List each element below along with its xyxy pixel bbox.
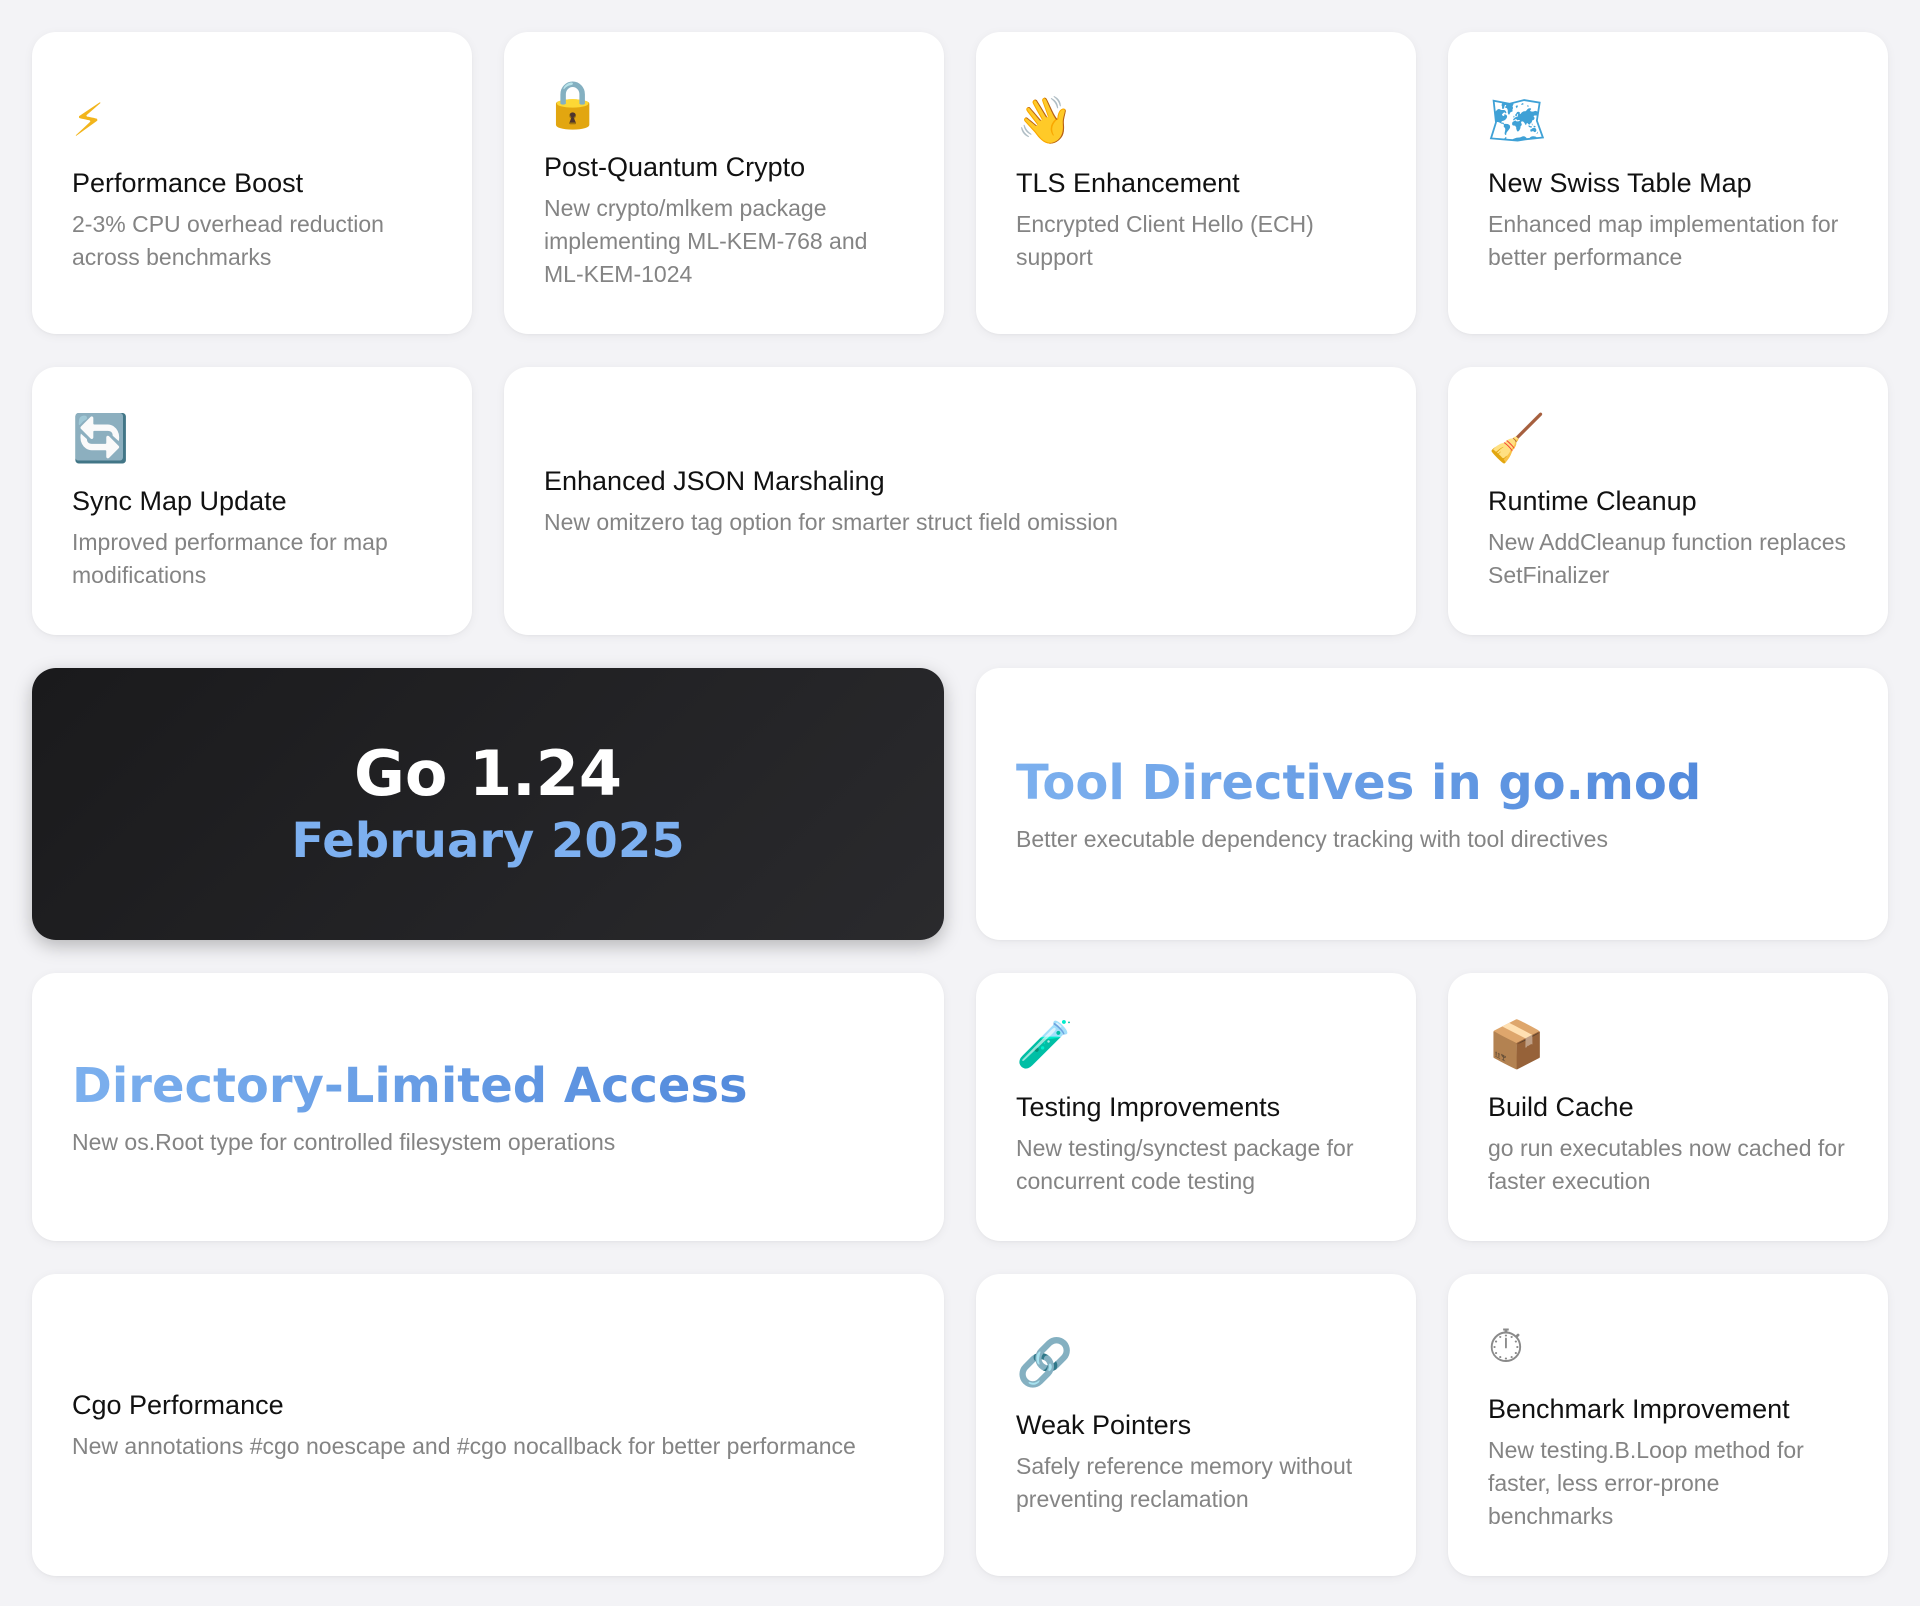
card-runtime-cleanup: 🧹 Runtime Cleanup New AddCleanup functio… (1448, 367, 1888, 635)
card-description: New omitzero tag option for smarter stru… (544, 508, 1118, 535)
card-tool-directives: Tool Directives in go.mod Better executa… (976, 668, 1888, 940)
card-directory-limited-access: Directory-Limited Access New os.Root typ… (32, 973, 944, 1241)
card-benchmark-improvement: ⏱ Benchmark Improvement New testing.B.Lo… (1448, 1274, 1888, 1576)
card-title: Sync Map Update (72, 486, 287, 516)
card-description: Enhanced map implementation for better p… (1488, 211, 1839, 270)
broom-icon: 🧹 (1488, 411, 1546, 465)
card-swiss-table-map: 🗺 New Swiss Table Map Enhanced map imple… (1448, 32, 1888, 334)
card-title: Testing Improvements (1016, 1092, 1281, 1122)
card-description: New annotations #cgo noescape and #cgo n… (72, 1432, 856, 1459)
card-title: Performance Boost (72, 168, 304, 198)
hero-release-card: Go 1.24 February 2025 (32, 668, 944, 940)
card-description: Encrypted Client Hello (ECH) support (1016, 211, 1314, 270)
card-weak-pointers: 🔗 Weak Pointers Safely reference memory … (976, 1274, 1416, 1576)
sync-arrows-icon: 🔄 (72, 411, 130, 465)
card-description: go run executables now cached for faster… (1488, 1135, 1845, 1194)
card-title: Build Cache (1488, 1092, 1634, 1122)
card-performance-boost: ⚡ Performance Boost 2-3% CPU overhead re… (32, 32, 472, 334)
release-date: February 2025 (291, 813, 685, 869)
card-title: New Swiss Table Map (1488, 168, 1752, 198)
lightning-icon: ⚡ (72, 93, 105, 147)
card-description: New testing/synctest package for concurr… (1016, 1135, 1354, 1194)
card-sync-map-update: 🔄 Sync Map Update Improved performance f… (32, 367, 472, 635)
card-tls-enhancement: 👋 TLS Enhancement Encrypted Client Hello… (976, 32, 1416, 334)
card-description: Better executable dependency tracking wi… (1016, 825, 1608, 852)
card-title: Tool Directives in go.mod (1016, 753, 1848, 813)
card-post-quantum-crypto: 🔒 Post-Quantum Crypto New crypto/mlkem p… (504, 32, 944, 334)
link-icon: 🔗 (1016, 1335, 1074, 1389)
card-title: TLS Enhancement (1016, 168, 1240, 198)
card-title: Enhanced JSON Marshaling (544, 465, 885, 496)
card-title: Cgo Performance (72, 1389, 284, 1420)
stopwatch-icon: ⏱ (1488, 1318, 1524, 1373)
card-cgo-performance: Cgo Performance New annotations #cgo noe… (32, 1274, 944, 1576)
release-version: Go 1.24 (353, 737, 623, 810)
card-build-cache: 📦 Build Cache go run executables now cac… (1448, 973, 1888, 1241)
feature-grid: ⚡ Performance Boost 2-3% CPU overhead re… (0, 0, 1920, 1606)
card-title: Benchmark Improvement (1488, 1393, 1790, 1424)
card-title: Runtime Cleanup (1488, 486, 1697, 516)
waving-hand-icon: 👋 (1016, 93, 1074, 147)
card-description: Improved performance for map modificatio… (72, 529, 388, 588)
test-tube-icon: 🧪 (1016, 1017, 1074, 1071)
card-title: Weak Pointers (1016, 1410, 1192, 1440)
card-description: New testing.B.Loop method for faster, le… (1488, 1436, 1804, 1529)
card-title: Directory-Limited Access (72, 1056, 904, 1116)
world-map-icon: 🗺 (1488, 93, 1547, 147)
card-testing-improvements: 🧪 Testing Improvements New testing/synct… (976, 973, 1416, 1241)
card-description: Safely reference memory without preventi… (1016, 1453, 1353, 1512)
card-title: Post-Quantum Crypto (544, 151, 806, 182)
card-description: 2-3% CPU overhead reduction across bench… (72, 211, 384, 270)
card-description: New crypto/mlkem package implementing ML… (544, 194, 868, 287)
card-description: New os.Root type for controlled filesyst… (72, 1128, 616, 1155)
package-icon: 📦 (1488, 1017, 1546, 1071)
card-enhanced-json-marshaling: Enhanced JSON Marshaling New omitzero ta… (504, 367, 1416, 635)
lock-icon: 🔒 (544, 76, 602, 131)
card-description: New AddCleanup function replaces SetFina… (1488, 529, 1847, 588)
